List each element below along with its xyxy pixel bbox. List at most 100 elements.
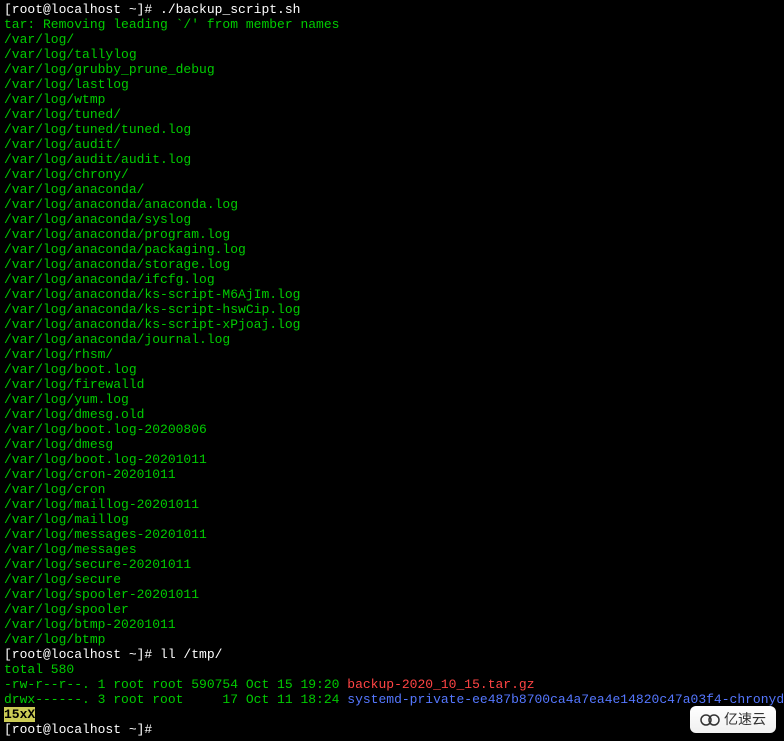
path-output: /var/log/boot.log-20200806	[4, 422, 207, 437]
path-output: /var/log/btmp-20201011	[4, 617, 176, 632]
terminal-line: drwx------. 3 root root 17 Oct 11 18:24 …	[4, 692, 780, 707]
path-output: /var/log/lastlog	[4, 77, 129, 92]
terminal-line: total 580	[4, 662, 780, 677]
terminal-line: /var/log/anaconda/storage.log	[4, 257, 780, 272]
watermark-text: 亿速云	[724, 712, 766, 727]
terminal-line: /var/log/boot.log-20200806	[4, 422, 780, 437]
prompt: [root@localhost ~]#	[4, 722, 160, 737]
path-output: /var/log/	[4, 32, 74, 47]
ll-perms: drwx------. 3 root root 17 Oct 11 18:24	[4, 692, 347, 707]
terminal-output: [root@localhost ~]# ./backup_script.shta…	[4, 2, 780, 737]
path-output: /var/log/dmesg.old	[4, 407, 144, 422]
terminal-line: /var/log/lastlog	[4, 77, 780, 92]
path-output: /var/log/messages	[4, 542, 137, 557]
terminal-line: tar: Removing leading `/' from member na…	[4, 17, 780, 32]
terminal-line: /var/log/anaconda/	[4, 182, 780, 197]
watermark-icon	[700, 713, 720, 727]
path-output: /var/log/tallylog	[4, 47, 137, 62]
path-output: /var/log/firewalld	[4, 377, 144, 392]
terminal-line: /var/log/cron-20201011	[4, 467, 780, 482]
path-output: /var/log/boot.log-20201011	[4, 452, 207, 467]
path-output: /var/log/wtmp	[4, 92, 105, 107]
path-output: /var/log/secure-20201011	[4, 557, 191, 572]
terminal-line: /var/log/tuned/	[4, 107, 780, 122]
terminal-line: /var/log/firewalld	[4, 377, 780, 392]
terminal-line: /var/log/yum.log	[4, 392, 780, 407]
path-output: /var/log/tuned/tuned.log	[4, 122, 191, 137]
path-output: /var/log/maillog-20201011	[4, 497, 199, 512]
terminal-line: /var/log/spooler	[4, 602, 780, 617]
terminal-line: /var/log/anaconda/ks-script-M6AjIm.log	[4, 287, 780, 302]
terminal-line: /var/log/secure	[4, 572, 780, 587]
terminal-line: 15xX	[4, 707, 780, 722]
path-output: /var/log/audit/audit.log	[4, 152, 191, 167]
terminal-line: /var/log/btmp-20201011	[4, 617, 780, 632]
terminal-line: /var/log/audit/	[4, 137, 780, 152]
path-output: /var/log/messages-20201011	[4, 527, 207, 542]
path-output: /var/log/cron-20201011	[4, 467, 176, 482]
path-output: /var/log/anaconda/ifcfg.log	[4, 272, 215, 287]
path-output: /var/log/maillog	[4, 512, 129, 527]
path-output: /var/log/spooler-20201011	[4, 587, 199, 602]
ll-filename-dir: systemd-private-ee487b8700ca4a7ea4e14820…	[347, 692, 784, 707]
terminal-line: [root@localhost ~]# ll /tmp/	[4, 647, 780, 662]
terminal-line: /var/log/anaconda/syslog	[4, 212, 780, 227]
terminal-line: /var/log/cron	[4, 482, 780, 497]
terminal-line: /var/log/tuned/tuned.log	[4, 122, 780, 137]
path-output: /var/log/anaconda/anaconda.log	[4, 197, 238, 212]
command: ./backup_script.sh	[160, 2, 300, 17]
prompt: [root@localhost ~]#	[4, 647, 160, 662]
terminal-line: /var/log/secure-20201011	[4, 557, 780, 572]
path-output: /var/log/anaconda/ks-script-xPjoaj.log	[4, 317, 300, 332]
terminal-line: /var/log/maillog	[4, 512, 780, 527]
ll-perms: -rw-r--r--. 1 root root 590754 Oct 15 19…	[4, 677, 347, 692]
path-output: /var/log/anaconda/journal.log	[4, 332, 230, 347]
terminal-line: /var/log/anaconda/program.log	[4, 227, 780, 242]
path-output: /var/log/audit/	[4, 137, 121, 152]
terminal-line: /var/log/anaconda/packaging.log	[4, 242, 780, 257]
path-output: /var/log/anaconda/storage.log	[4, 257, 230, 272]
path-output: /var/log/boot.log	[4, 362, 137, 377]
path-output: /var/log/anaconda/	[4, 182, 144, 197]
terminal-line: /var/log/audit/audit.log	[4, 152, 780, 167]
terminal-line: /var/log/dmesg.old	[4, 407, 780, 422]
terminal-line: /var/log/anaconda/anaconda.log	[4, 197, 780, 212]
terminal-line: /var/log/anaconda/ifcfg.log	[4, 272, 780, 287]
terminal-line: /var/log/anaconda/ks-script-xPjoaj.log	[4, 317, 780, 332]
terminal-line: /var/log/messages-20201011	[4, 527, 780, 542]
terminal-line: /var/log/boot.log	[4, 362, 780, 377]
path-output: /var/log/tuned/	[4, 107, 121, 122]
terminal-line: /var/log/spooler-20201011	[4, 587, 780, 602]
watermark-badge: 亿速云	[690, 706, 776, 733]
command: ll /tmp/	[160, 647, 222, 662]
terminal-line: /var/log/	[4, 32, 780, 47]
tar-message: tar: Removing leading `/' from member na…	[4, 17, 339, 32]
path-output: /var/log/anaconda/program.log	[4, 227, 230, 242]
terminal-line: /var/log/wtmp	[4, 92, 780, 107]
path-output: /var/log/anaconda/ks-script-M6AjIm.log	[4, 287, 300, 302]
terminal-line: /var/log/messages	[4, 542, 780, 557]
total-line: total 580	[4, 662, 74, 677]
terminal-line: /var/log/rhsm/	[4, 347, 780, 362]
path-output: /var/log/yum.log	[4, 392, 129, 407]
terminal-line: /var/log/boot.log-20201011	[4, 452, 780, 467]
path-output: /var/log/btmp	[4, 632, 105, 647]
terminal-line: /var/log/grubby_prune_debug	[4, 62, 780, 77]
path-output: /var/log/cron	[4, 482, 105, 497]
path-output: /var/log/anaconda/ks-script-hswCip.log	[4, 302, 300, 317]
prompt: [root@localhost ~]#	[4, 2, 160, 17]
terminal-line: /var/log/chrony/	[4, 167, 780, 182]
path-output: /var/log/grubby_prune_debug	[4, 62, 215, 77]
path-output: /var/log/rhsm/	[4, 347, 113, 362]
path-output: /var/log/dmesg	[4, 437, 113, 452]
path-output: /var/log/anaconda/packaging.log	[4, 242, 246, 257]
path-output: /var/log/anaconda/syslog	[4, 212, 191, 227]
path-output: /var/log/spooler	[4, 602, 129, 617]
terminal-line: /var/log/anaconda/ks-script-hswCip.log	[4, 302, 780, 317]
terminal-line: -rw-r--r--. 1 root root 590754 Oct 15 19…	[4, 677, 780, 692]
terminal-line: /var/log/anaconda/journal.log	[4, 332, 780, 347]
ll-filename-wrap: 15xX	[4, 707, 35, 722]
terminal-line: /var/log/maillog-20201011	[4, 497, 780, 512]
terminal-line: /var/log/tallylog	[4, 47, 780, 62]
terminal-line: /var/log/btmp	[4, 632, 780, 647]
